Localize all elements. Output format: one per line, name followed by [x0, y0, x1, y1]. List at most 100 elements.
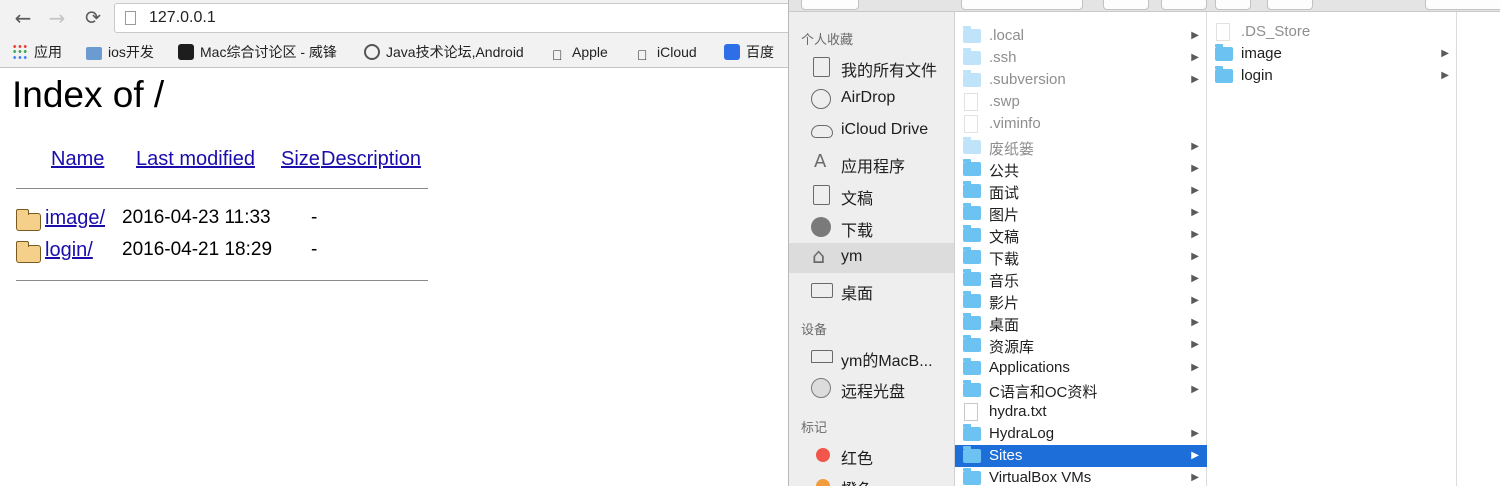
finder-row[interactable]: login ▶ — [1207, 65, 1457, 87]
finder-row[interactable]: .ssh ▶ — [955, 47, 1207, 69]
sidebar-item-tag-orange[interactable]: 橙色 — [789, 471, 954, 486]
divider — [16, 280, 428, 281]
finder-row[interactable]: 下载 ▶ — [955, 246, 1207, 268]
finder-row[interactable]: Sites ▶ — [955, 444, 1207, 467]
finder-row[interactable]: .swp — [955, 91, 1207, 113]
finder-row[interactable]: image ▶ — [1207, 43, 1457, 65]
bookmark-ios-folder[interactable]: ios开发 — [86, 41, 154, 63]
disclosure-chevron-icon: ▶ — [1191, 30, 1199, 41]
disclosure-chevron-icon: ▶ — [1441, 70, 1449, 82]
finder-row-label: 废纸篓 — [989, 140, 1035, 158]
sidebar-item-label: iCloud Drive — [841, 121, 929, 138]
tag-dot-icon — [816, 448, 830, 462]
browser-nav-bar: ← → ⟳ 127.0.0.1 — [0, 0, 790, 36]
finder-row[interactable]: .viminfo — [955, 113, 1207, 135]
disclosure-chevron-icon: ▶ — [1191, 361, 1199, 373]
finder-row-label: 资源库 — [989, 339, 1035, 357]
disclosure-chevron-icon: ▶ — [1191, 184, 1199, 196]
reload-button[interactable]: ⟳ — [80, 5, 106, 31]
disclosure-chevron-icon: ▶ — [1191, 317, 1199, 329]
sidebar-item-applications[interactable]: 应用程序 — [789, 148, 954, 178]
cloud-icon — [811, 125, 833, 138]
sidebar-item-remote-disc[interactable]: 远程光盘 — [789, 373, 954, 403]
folder-icon — [963, 269, 981, 287]
column-last-modified-link[interactable]: Last modified — [136, 148, 255, 171]
size: - — [311, 207, 318, 228]
address-bar[interactable]: 127.0.0.1 — [114, 3, 790, 33]
forward-button[interactable]: → — [44, 5, 70, 31]
tags-button[interactable] — [1267, 0, 1313, 10]
bookmark-apps[interactable]: 应用 — [12, 41, 62, 63]
bookmark-mac-forum[interactable]: Mac综合讨论区 - 威锋 — [178, 41, 337, 63]
home-icon — [811, 244, 833, 268]
apple-icon — [637, 44, 651, 60]
finder-row-label: Sites — [989, 446, 1023, 464]
arrange-button[interactable] — [1103, 0, 1149, 10]
bookmark-apple[interactable]: Apple — [552, 41, 608, 63]
document-icon — [964, 402, 978, 421]
size: - — [311, 239, 318, 260]
finder-row[interactable]: 废纸篓 ▶ — [955, 136, 1207, 158]
url-text[interactable]: 127.0.0.1 — [149, 9, 216, 27]
finder-row[interactable]: .subversion ▶ — [955, 69, 1207, 91]
finder-row[interactable]: C语言和OC资料 ▶ — [955, 379, 1207, 401]
disclosure-chevron-icon: ▶ — [1191, 228, 1199, 240]
finder-row[interactable]: VirtualBox VMs ▶ — [955, 467, 1207, 486]
finder-row-label: .local — [989, 27, 1025, 44]
back-button[interactable]: ← — [10, 5, 36, 31]
apple-icon — [552, 44, 566, 60]
sidebar-item-label: 应用程序 — [841, 159, 906, 176]
finder-row[interactable]: 面试 ▶ — [955, 180, 1207, 202]
finder-row-label: 音乐 — [989, 273, 1020, 291]
back-forward-buttons[interactable] — [801, 0, 859, 10]
finder-row[interactable]: 文稿 ▶ — [955, 224, 1207, 246]
view-mode-buttons[interactable] — [961, 0, 1083, 10]
finder-row[interactable]: .DS_Store — [1207, 21, 1457, 43]
sidebar-item-icloud-drive[interactable]: iCloud Drive — [789, 116, 954, 146]
bookmark-icloud[interactable]: iCloud — [637, 41, 697, 63]
laptop-icon — [811, 350, 833, 363]
folder-icon — [963, 291, 981, 309]
finder-row[interactable]: 音乐 ▶ — [955, 268, 1207, 290]
bookmark-baidu[interactable]: 百度 — [724, 41, 774, 63]
finder-row[interactable]: 资源库 ▶ — [955, 334, 1207, 356]
directory-link-login[interactable]: login/ — [45, 239, 93, 262]
baidu-paw-icon — [724, 44, 740, 60]
bookmark-java-forum[interactable]: Java技术论坛,Android — [364, 41, 534, 63]
sidebar-item-documents[interactable]: 文稿 — [789, 180, 954, 210]
sidebar-item-label: 桌面 — [841, 286, 874, 303]
sidebar-item-tag-red[interactable]: 红色 — [789, 440, 954, 470]
finder-row[interactable]: 图片 ▶ — [955, 202, 1207, 224]
disclosure-chevron-icon: ▶ — [1191, 251, 1199, 262]
directory-link-image[interactable]: image/ — [45, 207, 105, 230]
share-button[interactable] — [1215, 0, 1251, 10]
action-gear-button[interactable] — [1161, 0, 1207, 10]
finder-window: 个人收藏 我的所有文件 AirDrop iCloud Drive 应用程序 文稿… — [788, 0, 1500, 486]
disclosure-chevron-icon: ▶ — [1191, 74, 1199, 86]
column-name-link[interactable]: Name — [51, 148, 104, 171]
finder-row[interactable]: .local ▶ — [955, 25, 1207, 47]
finder-row[interactable]: 影片 ▶ — [955, 290, 1207, 312]
finder-row[interactable]: Applications ▶ — [955, 357, 1207, 379]
sidebar-item-desktop[interactable]: 桌面 — [789, 275, 954, 305]
search-field[interactable] — [1425, 0, 1500, 10]
disclosure-chevron-icon: ▶ — [1191, 339, 1199, 351]
finder-row-label: 面试 — [989, 184, 1020, 202]
sidebar-item-airdrop[interactable]: AirDrop — [789, 84, 954, 114]
finder-row[interactable]: 公共 ▶ — [955, 158, 1207, 180]
finder-row[interactable]: HydraLog ▶ — [955, 423, 1207, 445]
folder-icon — [1215, 66, 1233, 84]
sidebar-item-macbook[interactable]: ym的MacB... — [789, 342, 954, 372]
finder-row[interactable]: hydra.txt — [955, 401, 1207, 423]
sidebar-item-all-files[interactable]: 我的所有文件 — [789, 52, 954, 82]
sidebar-item-downloads[interactable]: 下载 — [789, 212, 954, 242]
sidebar-item-label: 文稿 — [841, 191, 874, 208]
document-icon — [1216, 23, 1230, 41]
column-description-link[interactable]: Description — [321, 148, 421, 171]
sidebar-item-home[interactable]: ym — [789, 243, 954, 273]
finder-row-label: Applications — [989, 358, 1070, 376]
finder-row[interactable]: 桌面 ▶ — [955, 312, 1207, 334]
page-icon — [125, 11, 136, 25]
sidebar-item-label: ym — [841, 248, 863, 265]
column-size-link[interactable]: Size — [281, 148, 320, 171]
